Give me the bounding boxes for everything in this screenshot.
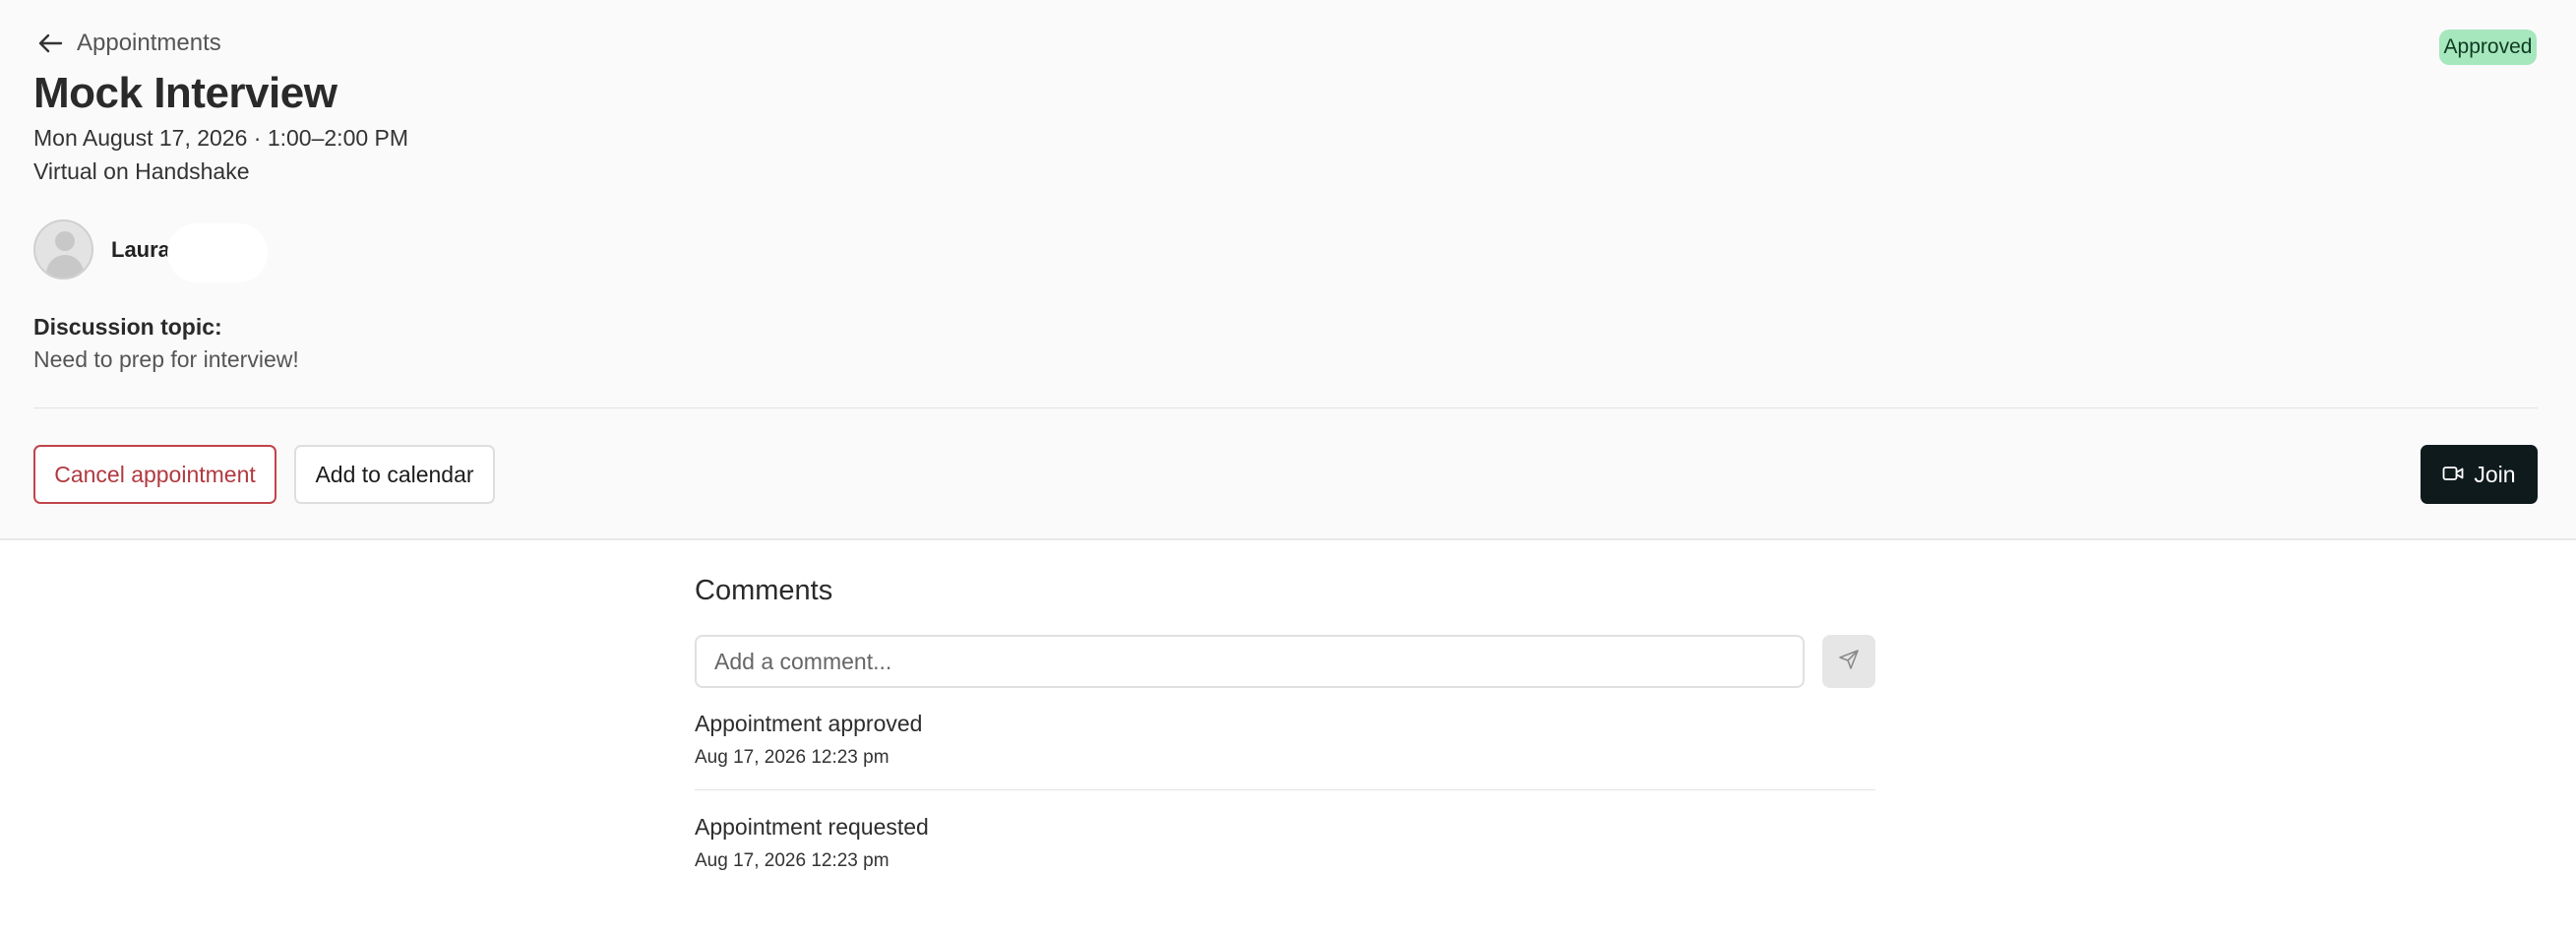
status-badge: Approved bbox=[2439, 30, 2537, 65]
activity-timestamp: Aug 17, 2026 12:23 pm bbox=[695, 850, 889, 871]
appointment-datetime: Mon August 17, 2026 · 1:00–2:00 PM bbox=[33, 125, 409, 151]
attendee: Laura bbox=[33, 219, 170, 280]
send-paper-plane-icon bbox=[1838, 649, 1860, 675]
redaction-mask bbox=[167, 223, 268, 282]
activity-divider bbox=[695, 789, 1875, 790]
discussion-topic-label: Discussion topic: bbox=[33, 314, 222, 340]
join-button-label: Join bbox=[2474, 461, 2516, 487]
arrow-left-icon bbox=[37, 33, 63, 53]
comment-input[interactable] bbox=[695, 635, 1805, 688]
back-to-appointments-link[interactable]: Appointments bbox=[37, 30, 221, 57]
add-to-calendar-button[interactable]: Add to calendar bbox=[294, 445, 495, 504]
join-button[interactable]: Join bbox=[2421, 445, 2538, 504]
appointment-detail-panel: Appointments Approved Mock Interview Mon… bbox=[0, 0, 2576, 540]
back-link-label: Appointments bbox=[77, 30, 221, 56]
activity-text: Appointment approved bbox=[695, 711, 923, 736]
video-camera-icon bbox=[2442, 462, 2464, 488]
comments-heading: Comments bbox=[695, 575, 833, 606]
activity-timestamp: Aug 17, 2026 12:23 pm bbox=[695, 747, 889, 768]
attendee-name: Laura bbox=[111, 236, 170, 262]
person-placeholder-icon bbox=[33, 219, 93, 280]
appointment-location: Virtual on Handshake bbox=[33, 158, 250, 184]
activity-text: Appointment requested bbox=[695, 814, 929, 840]
section-divider bbox=[33, 407, 2538, 408]
page-title: Mock Interview bbox=[33, 69, 337, 117]
cancel-appointment-button[interactable]: Cancel appointment bbox=[33, 445, 276, 504]
activity-item: Appointment requested Aug 17, 2026 12:23… bbox=[695, 814, 1875, 872]
discussion-topic-text: Need to prep for interview! bbox=[33, 346, 299, 372]
activity-item: Appointment approved Aug 17, 2026 12:23 … bbox=[695, 711, 1875, 769]
send-comment-button[interactable] bbox=[1822, 635, 1875, 688]
